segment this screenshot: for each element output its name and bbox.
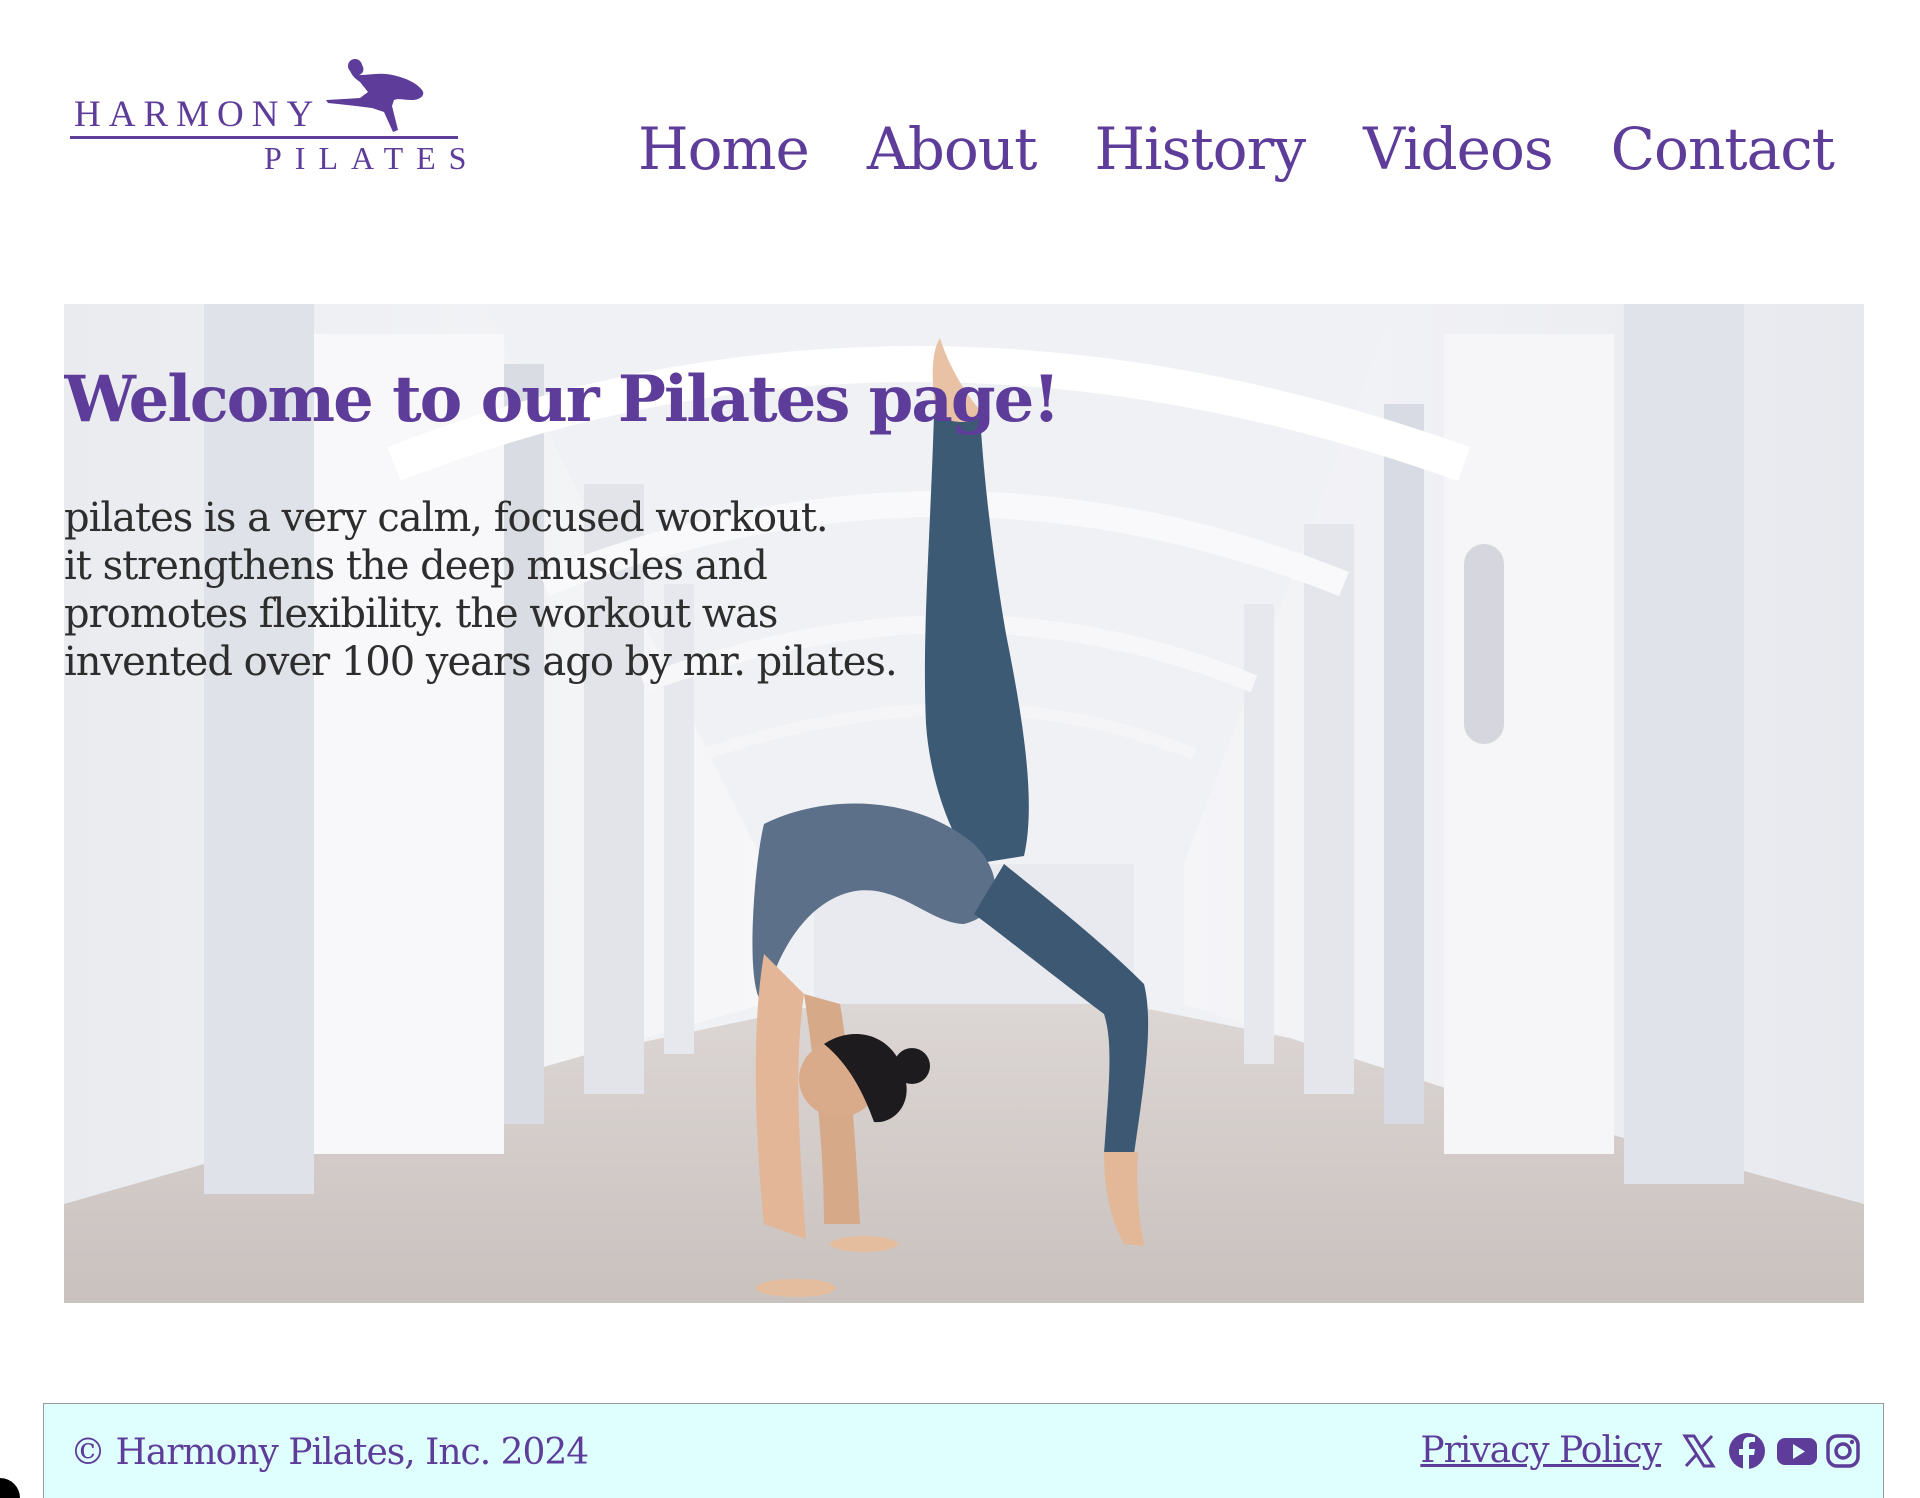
- hero-description: pilates is a very calm, focused workout.…: [64, 494, 898, 686]
- logo-line1: HARMONY: [74, 94, 322, 135]
- footer-links: Privacy Policy: [1420, 1430, 1863, 1471]
- nav-videos[interactable]: Videos: [1363, 117, 1554, 182]
- x-icon[interactable]: [1679, 1431, 1719, 1471]
- site-header: HARMONY PILATES Home About History Video…: [0, 0, 1920, 250]
- youtube-icon[interactable]: [1775, 1431, 1817, 1471]
- instagram-icon[interactable]: [1823, 1431, 1863, 1471]
- nav-home[interactable]: Home: [638, 117, 810, 182]
- logo[interactable]: HARMONY PILATES: [68, 58, 468, 178]
- facebook-icon[interactable]: [1727, 1431, 1767, 1471]
- main-nav: Home About History Videos Contact: [580, 117, 1835, 182]
- privacy-policy-link[interactable]: Privacy Policy: [1420, 1430, 1662, 1471]
- hero-title: Welcome to our Pilates page!: [64, 362, 1060, 437]
- hero-line: promotes flexibility. the workout was: [64, 591, 778, 637]
- hero-line: invented over 100 years ago by mr. pilat…: [64, 639, 898, 685]
- hero-section: Welcome to our Pilates page! pilates is …: [64, 304, 1864, 1303]
- hero-image: [64, 304, 1864, 1303]
- nav-about[interactable]: About: [867, 117, 1038, 182]
- hero-line: pilates is a very calm, focused workout.: [64, 495, 829, 541]
- window-corner: [0, 1478, 20, 1498]
- logo-line2: PILATES: [264, 140, 480, 176]
- copyright-text: © Harmony Pilates, Inc. 2024: [70, 1432, 589, 1473]
- site-footer: © Harmony Pilates, Inc. 2024 Privacy Pol…: [43, 1403, 1884, 1498]
- nav-history[interactable]: History: [1094, 117, 1306, 182]
- hero-line: it strengthens the deep muscles and: [64, 543, 768, 589]
- nav-contact[interactable]: Contact: [1611, 117, 1835, 182]
